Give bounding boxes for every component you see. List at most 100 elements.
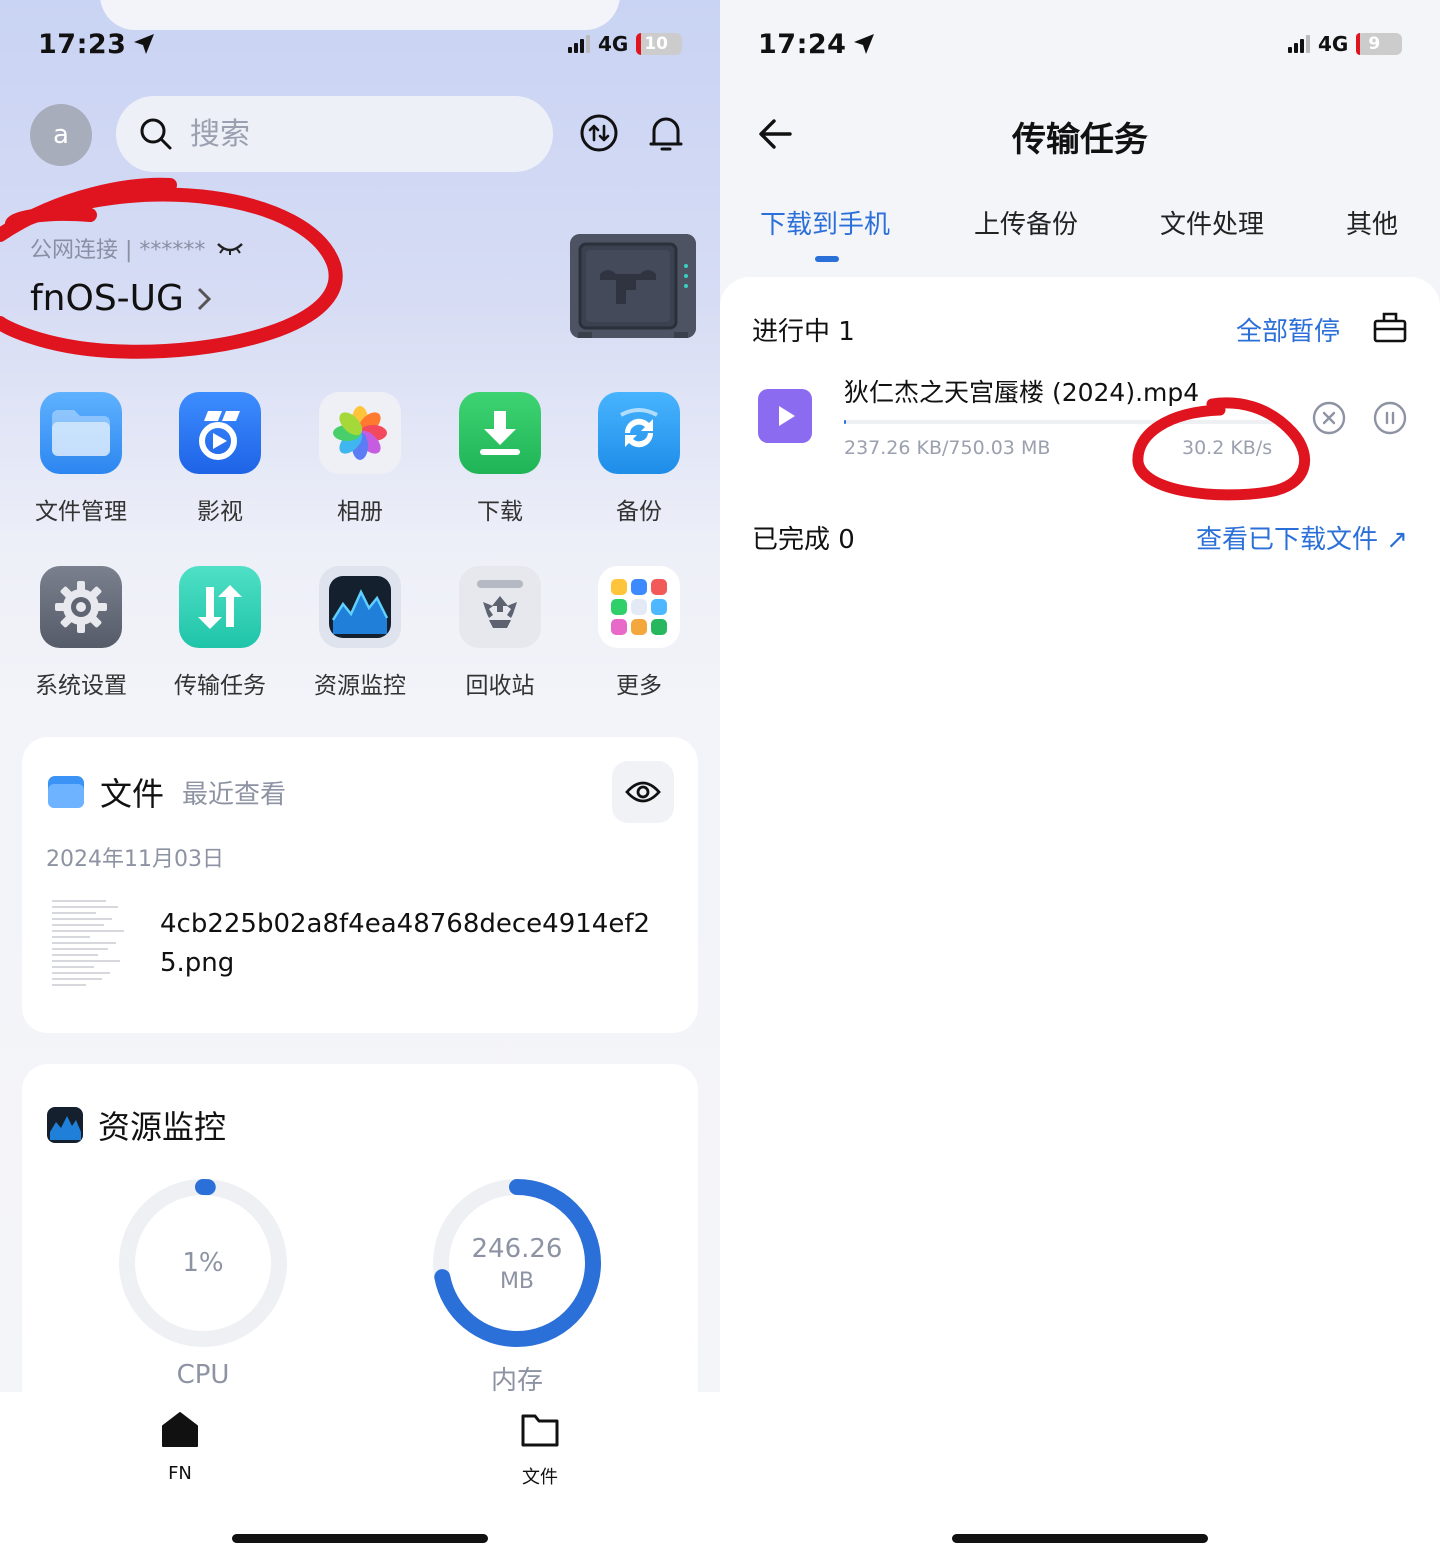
video-icon [179, 392, 261, 474]
clear-toolbox-icon[interactable] [1372, 309, 1408, 345]
app-recycle-bin[interactable]: 回收站 [440, 566, 560, 700]
app-label: 影视 [197, 499, 243, 525]
card-subtitle: 最近查看 [182, 779, 287, 810]
app-video[interactable]: 影视 [160, 392, 280, 526]
pause-task-icon[interactable] [1373, 401, 1407, 435]
download-icon [459, 392, 541, 474]
tab-fn[interactable]: FN [120, 1410, 240, 1484]
task-speed: 30.2 KB/s [1182, 437, 1273, 459]
in-progress-label: 进行中 1 [752, 317, 855, 347]
tab-files[interactable]: 文件 [480, 1410, 600, 1489]
app-resource-monitor[interactable]: 资源监控 [300, 566, 420, 700]
home-icon [162, 1412, 198, 1447]
folder-icon [40, 392, 122, 474]
tab-download-to-phone[interactable]: 下载到手机 [760, 204, 890, 241]
location-arrow-icon [134, 34, 155, 54]
app-grid-icon [598, 566, 680, 648]
top-sheet-edge [100, 0, 620, 30]
app-system-settings[interactable]: 系统设置 [21, 566, 141, 700]
recycle-icon [459, 566, 541, 648]
folder-icon [48, 776, 84, 808]
app-label: 传输任务 [174, 673, 266, 699]
tab-label: 文件 [522, 1467, 558, 1488]
card-header: 文件 最近查看 [46, 769, 286, 815]
view-toggle-button[interactable] [612, 761, 674, 823]
tab-label: FN [168, 1463, 192, 1484]
network-type: 4G [598, 32, 629, 56]
pause-all-button[interactable]: 全部暂停 [1236, 311, 1340, 348]
search-bar[interactable] [116, 96, 553, 172]
gear-icon [40, 566, 122, 648]
photos-flower-icon [319, 392, 401, 474]
cpu-label: CPU [176, 1360, 230, 1390]
card-title: 文件 [100, 775, 165, 813]
task-progress-bar [844, 420, 1284, 424]
recent-files-card: 文件 最近查看 2024年11月03日 4cb225b02a8f4ea48768… [22, 737, 698, 1033]
battery-icon: 10 [636, 33, 683, 55]
app-file-manager[interactable]: 文件管理 [21, 392, 141, 526]
avatar[interactable]: a [30, 104, 92, 166]
app-label: 资源监控 [314, 673, 406, 699]
search-icon [140, 118, 172, 150]
connection-status: 公网连接 | ****** [30, 232, 245, 264]
card-title: 资源监控 [98, 1108, 227, 1146]
status-time: 17:23 [38, 29, 156, 60]
connection-label: 公网连接 | ****** [30, 238, 206, 263]
network-type: 4G [1318, 32, 1349, 56]
nas-device-image [570, 234, 696, 338]
video-file-icon [758, 389, 812, 443]
transfer-icon[interactable] [578, 112, 620, 154]
app-label: 回收站 [465, 673, 535, 699]
eye-closed-icon[interactable] [215, 238, 245, 258]
active-tab-indicator [815, 256, 839, 262]
task-file-name[interactable]: 狄仁杰之天宫蜃楼 (2024).mp4 [844, 373, 1199, 409]
status-right: 4G 10 [568, 32, 683, 56]
transfer-arrows-icon [179, 566, 261, 648]
completed-label: 已完成 0 [752, 525, 855, 555]
app-download[interactable]: 下载 [440, 392, 560, 526]
transfer-tasks-screen: 17:24 4G 9 传输任务 下载到手机 上传备份 文件处理 其他 进行中 1… [720, 0, 1440, 1559]
app-photos[interactable]: 相册 [300, 392, 420, 526]
signal-icon [1288, 35, 1310, 53]
status-right: 4G 9 [1288, 32, 1403, 56]
cancel-task-icon[interactable] [1312, 401, 1346, 435]
resource-monitor-card: 资源监控 1% CPU 246.26 MB 内存 [22, 1064, 698, 1424]
status-bar: 17:23 [38, 26, 156, 62]
app-label: 下载 [477, 499, 523, 525]
app-label: 更多 [616, 673, 662, 699]
transfer-tabs: 下载到手机 上传备份 文件处理 其他 [720, 204, 1440, 264]
cpu-value: 1% [182, 1248, 224, 1278]
eye-icon [625, 781, 661, 803]
app-more[interactable]: 更多 [579, 566, 699, 700]
search-input[interactable] [190, 116, 490, 152]
tab-upload-backup[interactable]: 上传备份 [974, 204, 1078, 241]
bell-icon[interactable] [645, 112, 687, 154]
backup-sync-icon [598, 392, 680, 474]
home-indicator [952, 1534, 1208, 1543]
file-date: 2024年11月03日 [46, 847, 224, 872]
battery-level: 9 [1368, 34, 1381, 54]
app-label: 文件管理 [35, 499, 127, 525]
battery-level: 10 [644, 34, 669, 54]
device-name-link[interactable]: fnOS-UG [30, 278, 212, 319]
location-arrow-icon [854, 34, 875, 54]
app-label: 系统设置 [35, 673, 127, 699]
signal-icon [568, 35, 590, 53]
view-downloaded-files-link[interactable]: 查看已下载文件 ↗ [1196, 519, 1408, 556]
status-time: 17:24 [758, 29, 876, 60]
folder-outline-icon [521, 1414, 559, 1447]
app-backup[interactable]: 备份 [579, 392, 699, 526]
file-name[interactable]: 4cb225b02a8f4ea48768dece4914ef25.png [160, 905, 660, 983]
home-screen: 17:23 4G 10 a 公网连接 | ****** fn [0, 0, 720, 1559]
tab-other[interactable]: 其他 [1346, 204, 1398, 241]
tab-file-processing[interactable]: 文件处理 [1160, 204, 1264, 241]
file-thumbnail[interactable] [46, 893, 132, 993]
task-progress-fill [844, 420, 847, 424]
avatar-letter: a [53, 120, 69, 150]
chevron-right-icon [197, 287, 212, 310]
memory-value: 246.26 [471, 1234, 563, 1264]
app-transfer-tasks[interactable]: 传输任务 [160, 566, 280, 700]
nas-illustration [570, 234, 696, 338]
battery-icon: 9 [1356, 33, 1403, 55]
red-annotation-circle [0, 177, 343, 359]
